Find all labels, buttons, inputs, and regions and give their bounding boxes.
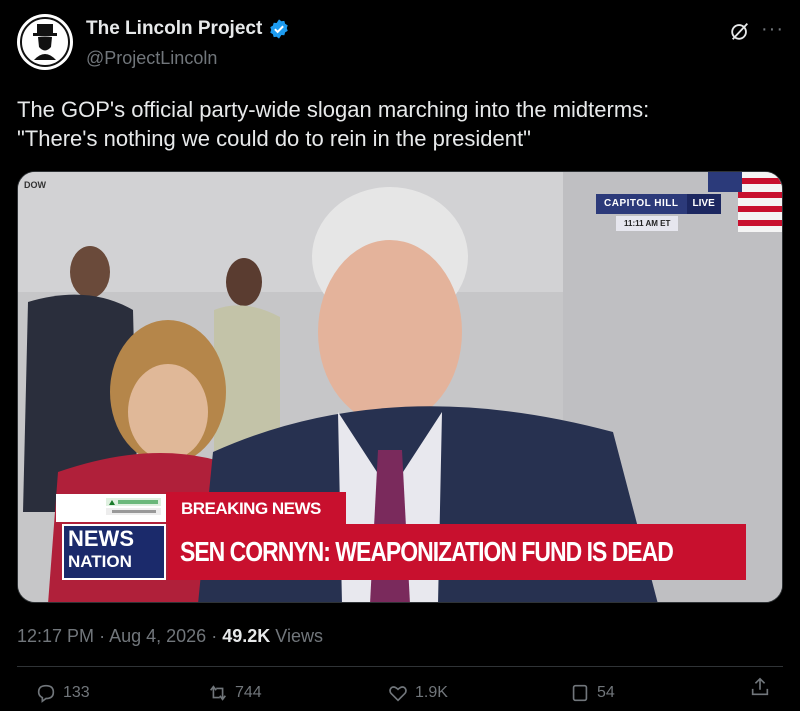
tweet-meta: 12:17 PM · Aug 4, 2026 · 49.2K Views	[17, 626, 323, 647]
avatar[interactable]	[17, 14, 73, 70]
meta-separator-2: ·	[211, 626, 218, 646]
post-time[interactable]: 12:17 PM	[17, 626, 94, 646]
tweet-text: The GOP's official party-wide slogan mar…	[17, 97, 650, 151]
video-player[interactable]: CAPITOL HILL LIVE 11:11 AM ET DOW BREAKI…	[17, 171, 783, 603]
bookmark-count: 54	[597, 684, 615, 701]
post-date[interactable]: Aug 4, 2026	[109, 626, 206, 646]
like-icon	[389, 686, 407, 702]
tweet-header: The Lincoln Project @ProjectLincoln ···	[17, 14, 783, 74]
repost-icon	[210, 685, 226, 701]
repost-count: 744	[235, 684, 262, 701]
action-bar: 133 744 1.9K 54	[17, 677, 783, 711]
location-badge: CAPITOL HILL LIVE	[596, 194, 721, 214]
network-line2: NATION	[68, 552, 132, 571]
lincoln-logo-icon	[18, 15, 72, 69]
more-icon[interactable]: ···	[761, 18, 784, 41]
reply-button[interactable]: 133	[35, 682, 90, 704]
share-button[interactable]	[749, 676, 771, 698]
reply-count: 133	[63, 684, 90, 701]
network-line1: NEWS	[68, 526, 134, 551]
live-label: LIVE	[686, 194, 721, 214]
like-button[interactable]: 1.9K	[387, 682, 448, 704]
repost-button[interactable]: 744	[207, 682, 262, 704]
breaking-label: BREAKING NEWS	[181, 499, 321, 518]
divider	[17, 666, 783, 667]
time-label: 11:11 AM ET	[616, 216, 679, 231]
meta-separator: ·	[99, 626, 106, 646]
views-count: 49.2K	[222, 626, 271, 646]
chyron-headline: SEN CORNYN: WEAPONIZATION FUND IS DEAD	[180, 536, 674, 567]
bookmark-button[interactable]: 54	[569, 682, 615, 704]
location-label: CAPITOL HILL	[596, 194, 687, 214]
grok-icon[interactable]	[729, 20, 751, 42]
bookmark-icon	[572, 684, 588, 702]
like-count: 1.9K	[415, 684, 448, 701]
display-name[interactable]: The Lincoln Project	[86, 18, 262, 40]
account-handle[interactable]: @ProjectLincoln	[86, 48, 217, 69]
ticker-label: DOW	[24, 180, 46, 190]
share-icon	[751, 677, 769, 696]
views-label: Views	[275, 626, 323, 646]
ticker-values-graphic	[106, 498, 161, 515]
reply-icon	[37, 684, 55, 703]
verified-badge-icon	[270, 19, 289, 39]
